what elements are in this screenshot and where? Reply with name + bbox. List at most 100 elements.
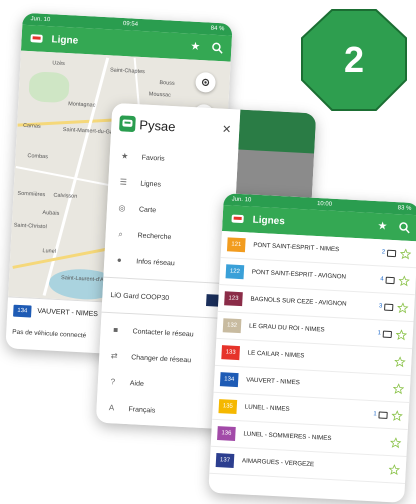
menu-label: Contacter le réseau: [132, 327, 194, 338]
favorite-star-icon[interactable]: [391, 409, 403, 422]
place-label: Lunel: [42, 248, 57, 255]
line-number-chip: 135: [218, 399, 238, 415]
bus-logo-icon: [30, 34, 43, 43]
line-number-chip: 132: [222, 318, 242, 334]
line-number-chip: 134: [219, 372, 239, 388]
line-name: PONT SAINT-ESPRIT - AVIGNON: [251, 268, 347, 281]
network-row: LiO Gard COOP30: [102, 282, 231, 315]
star-icon[interactable]: ★: [189, 41, 202, 54]
search-icon: ⌕: [118, 229, 124, 239]
line-number-chip: 136: [217, 426, 236, 441]
favorite-star-icon[interactable]: [394, 355, 406, 368]
drawer-header: Pysae ✕: [110, 103, 240, 150]
line-name: VAUVERT - NIMES: [246, 376, 300, 387]
line-name: AIMARGUES - VERGEZE: [241, 457, 315, 469]
search-icon[interactable]: [398, 221, 411, 234]
menu-label: Favoris: [141, 153, 165, 163]
menu-label: Carte: [138, 205, 157, 214]
app-bar-behind: [238, 109, 317, 154]
help-icon: ?: [110, 377, 116, 387]
line-name: LE CAILAR - NIMES: [247, 349, 305, 360]
place-label: Aubais: [42, 210, 60, 217]
lines-phone: Jun. 10 10:00 83 % Lignes ★ 121 PONT SAIN…: [208, 193, 416, 503]
location-icon: ◎: [118, 203, 126, 213]
park-area: [28, 71, 70, 104]
menu-label: Changer de réseau: [131, 353, 192, 364]
page-title: Ligne: [51, 33, 79, 47]
favorite-star-icon[interactable]: [399, 247, 412, 260]
place-label: Montagnac: [68, 101, 96, 109]
status-date: Jun. 10: [30, 16, 51, 24]
message-icon[interactable]: [378, 410, 388, 419]
favorite-star-icon[interactable]: [388, 463, 401, 476]
place-label: Combas: [27, 153, 49, 161]
favorite-star-icon[interactable]: [398, 274, 410, 287]
place-label: Bouss: [159, 79, 175, 87]
location-button[interactable]: [195, 71, 217, 93]
menu-label: Recherche: [137, 231, 172, 241]
place-label: Saint-Christol: [13, 222, 47, 231]
location-icon: [201, 78, 210, 86]
place-label: Saint-Mamert-du-Gard: [62, 126, 118, 136]
menu-label: Aide: [129, 379, 145, 388]
line-number-chip: 122: [225, 264, 245, 280]
place-label: Calvisson: [53, 192, 78, 200]
pysae-logo-icon: [119, 115, 136, 133]
line-number-chip: 137: [215, 453, 235, 468]
message-icon[interactable]: [384, 303, 394, 311]
line-name: BAGNOLS SUR CEZE - AVIGNON: [250, 295, 347, 308]
language-icon: A: [108, 403, 115, 413]
line-name: PONT SAINT-ESPRIT - NIMES: [253, 241, 340, 254]
menu-item-infos[interactable]: ● Infos réseau: [104, 247, 233, 280]
status-time: 10:00: [316, 200, 333, 208]
place-label: Sommières: [17, 190, 46, 199]
place-label: Uzès: [52, 60, 65, 67]
step-badge: 2: [300, 8, 408, 112]
favorite-star-icon[interactable]: [392, 382, 405, 395]
route-name: VAUVERT - NIMES: [37, 307, 99, 319]
message-icon[interactable]: [382, 330, 393, 338]
app-name: Pysae: [139, 116, 176, 134]
switch-icon: ⇄: [110, 351, 118, 361]
favorite-star-icon[interactable]: [396, 301, 409, 314]
menu-item-language[interactable]: A Français: [96, 394, 225, 427]
menu-label: Lignes: [140, 179, 162, 189]
step-number: 2: [343, 39, 365, 80]
message-icon[interactable]: [386, 249, 397, 257]
place-label: Saint-Chaptes: [109, 67, 146, 76]
place-label: Carnas: [22, 122, 41, 130]
menu-label: Infos réseau: [136, 257, 175, 267]
status-battery: 83 %: [397, 205, 412, 212]
promo-screenshot: 2 Jun. 10 09:54 84 % Ligne ★ Uzès Saint-…: [0, 0, 416, 504]
bus-logo-icon: [231, 214, 244, 224]
line-name: LUNEL - NIMES: [244, 403, 290, 414]
star-icon: ★: [120, 151, 129, 161]
message-count: 1: [377, 330, 382, 337]
close-icon[interactable]: ✕: [222, 122, 232, 135]
message-icon[interactable]: [385, 276, 395, 284]
status-time: 09:54: [122, 20, 139, 28]
favorite-star-icon[interactable]: [395, 328, 408, 341]
line-name: LUNEL - SOMMIERES - NIMES: [243, 430, 332, 443]
message-count: 4: [380, 276, 384, 283]
mail-icon: ■: [112, 325, 119, 335]
line-name: LE GRAU DU ROI - NIMES: [248, 322, 325, 334]
line-number-chip: 133: [221, 345, 240, 361]
star-icon[interactable]: ★: [376, 220, 389, 233]
place-label: Moussac: [148, 91, 171, 99]
lines-icon: ☰: [119, 177, 128, 187]
network-name: LiO Gard COOP30: [110, 291, 170, 302]
favorite-star-icon[interactable]: [389, 436, 402, 449]
message-count: 1: [373, 411, 377, 418]
line-number-chip: 123: [224, 291, 243, 307]
status-date: Jun. 10: [231, 196, 252, 204]
status-battery: 84 %: [210, 25, 225, 33]
search-icon[interactable]: [211, 42, 224, 55]
route-number-chip: 134: [13, 304, 32, 318]
menu-label: Français: [128, 405, 156, 415]
line-number-chip: 121: [226, 237, 246, 253]
message-count: 3: [378, 303, 383, 310]
message-count: 2: [381, 249, 386, 256]
page-title: Lignes: [252, 214, 286, 227]
info-icon: ●: [116, 255, 122, 265]
